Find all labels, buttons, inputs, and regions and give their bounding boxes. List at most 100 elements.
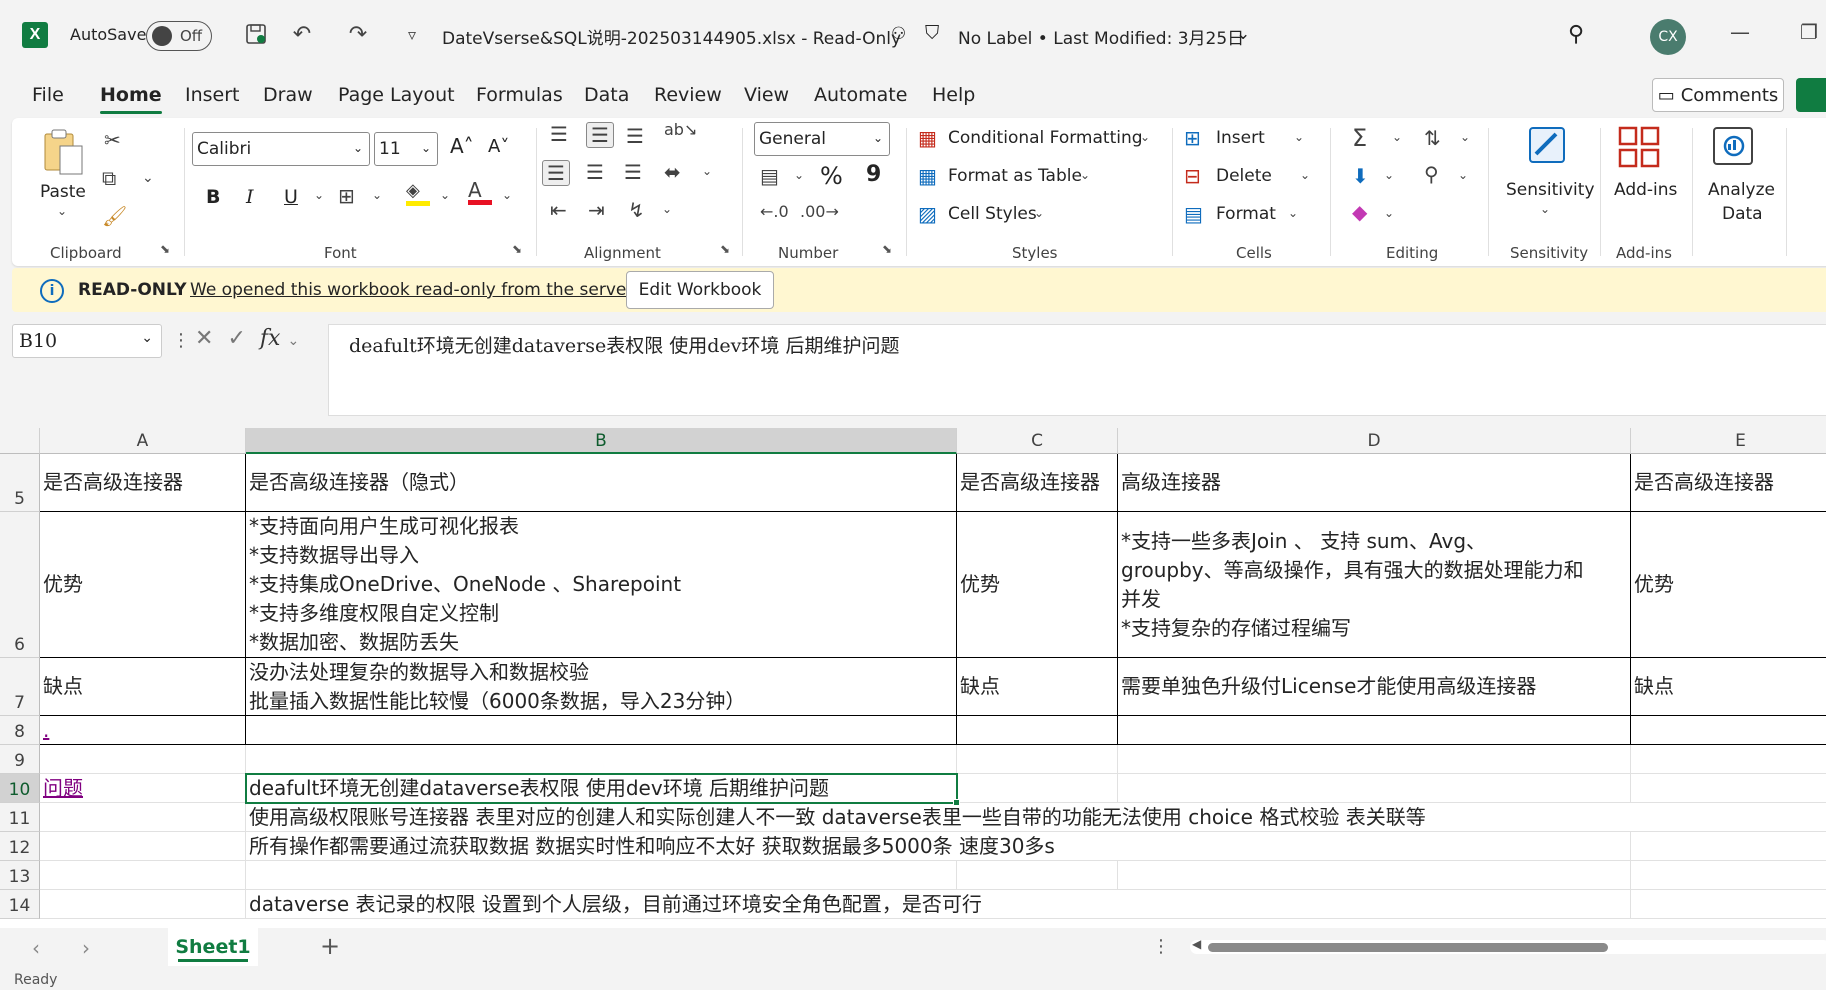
copy-icon[interactable]: ⧉ [102, 166, 116, 190]
chevron-down-icon[interactable]: ⌄ [1080, 168, 1090, 182]
minimize-icon[interactable]: — [1730, 20, 1750, 44]
name-box[interactable]: B10 ⌄ [12, 324, 162, 358]
analyze-data-label-2[interactable]: Data [1722, 204, 1763, 224]
edit-workbook-button[interactable]: Edit Workbook [626, 271, 774, 309]
fill-icon[interactable]: ⬇ [1352, 164, 1369, 188]
align-center-icon[interactable]: ☰ [586, 160, 604, 184]
cell-b8[interactable] [246, 716, 957, 745]
cell-c8[interactable] [957, 716, 1118, 745]
avatar[interactable]: CX [1650, 19, 1686, 55]
format-as-table-button[interactable]: Format as Table [948, 166, 1082, 186]
cell-e7[interactable]: 缺点 [1631, 658, 1826, 716]
save-icon[interactable] [242, 20, 270, 48]
font-color-dropdown-icon[interactable]: ⌄ [502, 188, 512, 202]
insert-function-icon[interactable]: fx [260, 326, 281, 351]
row-header-5[interactable]: 5 [0, 454, 40, 512]
fill-color-icon[interactable]: ◈ [406, 180, 430, 206]
font-size-combo[interactable]: 11 ⌄ [374, 132, 438, 166]
cell-a5[interactable]: 是否高级连接器 [40, 454, 246, 512]
cell-a12[interactable] [40, 832, 246, 861]
wrap-dropdown-icon[interactable]: ⌄ [662, 202, 672, 216]
cell-d5[interactable]: 高级连接器 [1118, 454, 1631, 512]
scrollbar-thumb[interactable] [1208, 943, 1608, 952]
comma-button[interactable]: 9 [866, 162, 881, 187]
bold-button[interactable]: B [206, 186, 220, 208]
chevron-down-icon[interactable]: ⌄ [287, 333, 299, 349]
accounting-dropdown-icon[interactable]: ⌄ [794, 168, 804, 182]
align-bottom-icon[interactable]: ☰ [626, 124, 644, 148]
cell-d8[interactable] [1118, 716, 1631, 745]
cell-b7[interactable]: 没办法处理复杂的数据导入和数据校验 批量插入数据性能比较慢（6000条数据，导入… [246, 658, 957, 716]
chevron-down-icon[interactable]: ⌄ [1034, 206, 1044, 220]
tab-page-layout[interactable]: Page Layout [338, 84, 455, 106]
cell-b9[interactable] [246, 745, 957, 774]
cell-c13[interactable] [957, 861, 1118, 890]
cell-e13[interactable] [1631, 861, 1826, 890]
sensitivity-icon[interactable] [1524, 124, 1570, 173]
comments-button[interactable]: ▭ Comments [1652, 78, 1784, 112]
decrease-indent-icon[interactable]: ⇤ [550, 198, 567, 222]
cell-e11[interactable] [1631, 803, 1826, 832]
conditional-formatting-button[interactable]: Conditional Formatting [948, 128, 1143, 148]
sort-dropdown-icon[interactable]: ⌄ [1460, 130, 1470, 144]
cell-a6[interactable]: 优势 [40, 512, 246, 658]
underline-dropdown-icon[interactable]: ⌄ [314, 188, 324, 202]
number-launcher-icon[interactable]: ⬊ [882, 242, 892, 256]
cell-d14[interactable] [1118, 890, 1631, 919]
clipboard-launcher-icon[interactable]: ⬊ [160, 242, 170, 256]
analyze-data-label[interactable]: Analyze [1708, 180, 1775, 200]
search-icon[interactable]: ⚲ [1568, 22, 1584, 47]
increase-font-icon[interactable]: A˄ [450, 134, 474, 158]
cell-d6[interactable]: *支持一些多表Join 、 支持 sum、Avg、 groupby、等高级操作，… [1118, 512, 1631, 658]
autosum-dropdown-icon[interactable]: ⌄ [1392, 130, 1402, 144]
share-button[interactable] [1796, 78, 1826, 112]
tab-file[interactable]: File [32, 84, 64, 106]
format-painter-icon[interactable]: 🖌 [102, 204, 127, 228]
add-ins-icon[interactable] [1618, 126, 1660, 173]
tab-formulas[interactable]: Formulas [476, 84, 563, 106]
row-header-12[interactable]: 12 [0, 832, 40, 861]
clear-dropdown-icon[interactable]: ⌄ [1384, 206, 1394, 220]
cut-icon[interactable]: ✂ [104, 128, 121, 152]
chevron-down-icon[interactable]: ⌄ [1288, 206, 1298, 220]
column-header-d[interactable]: D [1118, 428, 1631, 454]
tab-data[interactable]: Data [584, 84, 629, 106]
borders-icon[interactable]: ⊞ [338, 184, 355, 208]
cell-a13[interactable] [40, 861, 246, 890]
font-name-combo[interactable]: Calibri ⌄ [192, 132, 370, 166]
increase-indent-icon[interactable]: ⇥ [588, 198, 605, 222]
cancel-icon[interactable]: ✕ [195, 326, 213, 351]
enter-icon[interactable]: ✓ [227, 326, 245, 351]
tab-automate[interactable]: Automate [814, 84, 907, 106]
format-cells-icon[interactable]: ▤ [1184, 202, 1203, 226]
label-status[interactable]: No Label • Last Modified: 3月25日 [958, 24, 1244, 49]
align-right-icon[interactable]: ☰ [624, 160, 642, 184]
customize-icon[interactable]: ▿ [398, 20, 426, 48]
format-as-table-icon[interactable]: ▦ [918, 164, 937, 188]
increase-decimal-icon[interactable]: ←.0 [760, 202, 789, 221]
italic-button[interactable]: I [246, 186, 254, 208]
cell-e8[interactable] [1631, 716, 1826, 745]
cell-c6[interactable]: 优势 [957, 512, 1118, 658]
cell-a11[interactable] [40, 803, 246, 832]
insert-cells-button[interactable]: Insert [1216, 128, 1265, 148]
prev-sheet-icon[interactable]: ‹ [32, 936, 40, 960]
sheet-tab-sheet1[interactable]: Sheet1 [168, 928, 258, 966]
cell-d9[interactable] [1118, 745, 1631, 774]
find-dropdown-icon[interactable]: ⌄ [1458, 168, 1468, 182]
formula-input[interactable]: deafult环境无创建dataverse表权限 使用dev环境 后期维护问题 [328, 324, 1826, 416]
shield-icon[interactable]: ⛉ [925, 22, 939, 44]
cell-c7[interactable]: 缺点 [957, 658, 1118, 716]
column-header-a[interactable]: A [40, 428, 246, 454]
find-select-icon[interactable]: ⚲ [1424, 162, 1439, 186]
align-middle-icon[interactable]: ☰ [586, 122, 614, 148]
redo-icon[interactable]: ↷ [344, 20, 372, 48]
people-icon[interactable]: ⚇ [891, 24, 906, 44]
tab-help[interactable]: Help [932, 84, 975, 106]
cell-d12[interactable] [1118, 832, 1631, 861]
number-format-combo[interactable]: General ⌄ [754, 122, 890, 156]
cell-e5[interactable]: 是否高级连接器 [1631, 454, 1826, 512]
cell-d7[interactable]: 需要单独色升级付License才能使用高级连接器 [1118, 658, 1631, 716]
cell-a8[interactable]: . [40, 716, 246, 745]
alignment-launcher-icon[interactable]: ⬊ [720, 242, 730, 256]
